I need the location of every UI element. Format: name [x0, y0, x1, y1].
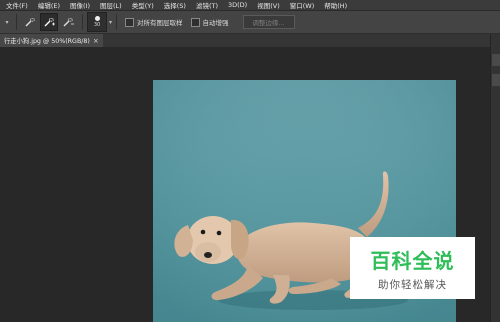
tool-preset-dropdown[interactable]: ▾ [2, 13, 12, 31]
menu-filter[interactable]: 滤镜(T) [196, 0, 218, 10]
new-selection-button[interactable] [21, 13, 39, 31]
brush-picker[interactable]: 30 [87, 12, 107, 32]
auto-enhance-label: 自动增强 [202, 19, 229, 27]
panel-toggle-button[interactable] [492, 54, 500, 66]
subtract-from-selection-button[interactable] [59, 13, 77, 31]
watermark-title: 百科全说 [370, 248, 455, 273]
watermark-logo: 百科全说 助你轻松解决 [350, 237, 475, 299]
menu-window[interactable]: 窗口(W) [290, 0, 315, 10]
divider [16, 14, 17, 30]
brush-size-value: 30 [93, 22, 101, 28]
options-bar: ▾ 30 ▾ 对所有图层取样 自动增强 调整边缘... [0, 11, 500, 34]
brush-tip-icon [94, 16, 100, 21]
auto-enhance-option[interactable]: 自动增强 [190, 17, 229, 27]
auto-enhance-checkbox[interactable] [190, 17, 200, 27]
quick-selection-subtract-icon [63, 17, 74, 27]
quick-selection-add-icon [44, 17, 55, 27]
watermark-subtitle: 助你轻松解决 [378, 278, 447, 291]
menu-view[interactable]: 视图(V) [257, 0, 280, 10]
quick-selection-icon [25, 17, 35, 27]
divider [82, 14, 83, 30]
chevron-down-icon: ▾ [5, 18, 9, 26]
menu-file[interactable]: 文件(F) [6, 0, 28, 10]
sample-all-layers-checkbox[interactable] [125, 17, 135, 27]
menu-type[interactable]: 类型(Y) [132, 0, 154, 10]
right-panel-rail [490, 34, 500, 322]
add-to-selection-button[interactable] [40, 13, 58, 31]
menu-layer[interactable]: 图层(L) [100, 0, 122, 10]
menu-3d[interactable]: 3D(D) [228, 1, 247, 9]
sample-all-layers-label: 对所有图层取样 [137, 19, 183, 27]
sample-all-layers-option[interactable]: 对所有图层取样 [125, 17, 183, 27]
refine-edge-button[interactable]: 调整边缘... [242, 15, 295, 29]
chevron-down-icon[interactable]: ▾ [109, 19, 112, 26]
menu-bar: 文件(F) 编辑(E) 图像(I) 图层(L) 类型(Y) 选择(S) 滤镜(T… [0, 0, 500, 11]
menu-edit[interactable]: 编辑(E) [38, 0, 60, 10]
menu-help[interactable]: 帮助(H) [324, 0, 347, 10]
document-tab-bar: 行走小狗.jpg @ 50%(RGB/8) × [0, 34, 490, 47]
divider [116, 14, 118, 30]
menu-select[interactable]: 选择(S) [164, 0, 186, 10]
document-tab[interactable]: 行走小狗.jpg @ 50%(RGB/8) × [0, 34, 103, 47]
close-icon[interactable]: × [93, 37, 99, 45]
panel-toggle-button[interactable] [492, 74, 500, 86]
document-tab-title: 行走小狗.jpg @ 50%(RGB/8) [4, 38, 90, 45]
menu-image[interactable]: 图像(I) [70, 0, 90, 10]
